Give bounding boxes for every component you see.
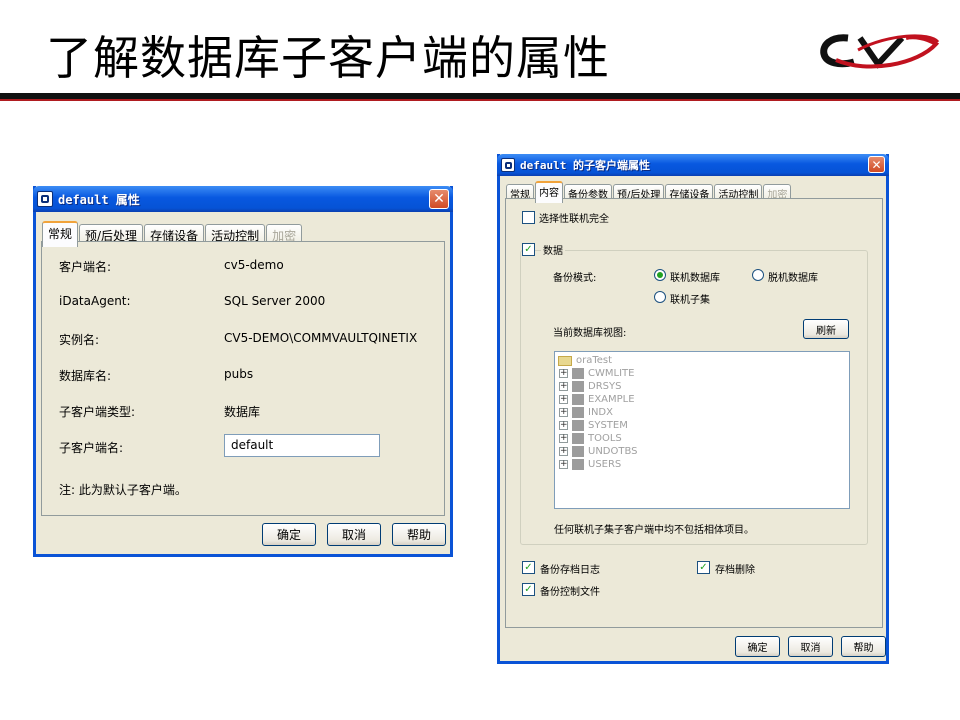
- online-db-radio[interactable]: [654, 269, 666, 281]
- dialog1-title: default 属性: [58, 192, 140, 207]
- tablespace-icon: [572, 459, 584, 470]
- database-name-label: 数据库名:: [59, 369, 112, 383]
- dialog2-title: default 的子客户端属性: [520, 159, 650, 172]
- expand-icon[interactable]: +: [559, 421, 568, 430]
- cancel-button[interactable]: 取消: [327, 523, 381, 546]
- help-button[interactable]: 帮助: [392, 523, 446, 546]
- refresh-button[interactable]: 刷新: [803, 319, 849, 339]
- tree-item[interactable]: + SYSTEM: [559, 419, 628, 432]
- subset-note: 任何联机子集子客户端中均不包括相体项目。: [554, 525, 754, 536]
- idataagent-label: iDataAgent:: [59, 294, 131, 308]
- client-name-label: 客户端名:: [59, 260, 112, 274]
- tablespace-icon: [572, 381, 584, 392]
- tree-item[interactable]: + USERS: [559, 458, 621, 471]
- cancel-button[interactable]: 取消: [788, 636, 833, 657]
- backup-archive-log-label: 备份存档日志: [540, 565, 600, 576]
- expand-icon[interactable]: +: [559, 460, 568, 469]
- tablespace-icon: [572, 368, 584, 379]
- current-db-view-label: 当前数据库视图:: [553, 328, 627, 339]
- tablespace-icon: [572, 446, 584, 457]
- app-icon: [501, 158, 515, 172]
- expand-icon[interactable]: +: [559, 434, 568, 443]
- subclient-type-value: 数据库: [224, 405, 261, 419]
- expand-icon[interactable]: +: [559, 447, 568, 456]
- subclient-name-input[interactable]: default: [224, 434, 380, 457]
- tree-item[interactable]: + UNDOTBS: [559, 445, 638, 458]
- tab-general[interactable]: 常规: [42, 221, 79, 247]
- tree-item[interactable]: + INDX: [559, 406, 613, 419]
- title-rule-accent: [0, 99, 960, 101]
- ok-button[interactable]: 确定: [735, 636, 780, 657]
- client-name-value: cv5-demo: [224, 258, 284, 272]
- folder-icon: [558, 355, 572, 366]
- expand-icon[interactable]: +: [559, 382, 568, 391]
- database-tree[interactable]: oraTest + CWMLITE + DRSYS + EXAMPLE + IN…: [554, 351, 850, 509]
- tablespace-icon: [572, 407, 584, 418]
- tree-item[interactable]: + TOOLS: [559, 432, 622, 445]
- online-subset-radio[interactable]: [654, 291, 666, 303]
- ok-button[interactable]: 确定: [262, 523, 316, 546]
- selective-online-full-checkbox[interactable]: ✓: [522, 211, 535, 224]
- dialog2-titlebar[interactable]: default 的子客户端属性 ✕: [497, 154, 889, 176]
- online-subset-label: 联机子集: [670, 295, 710, 306]
- backup-mode-label: 备份模式:: [553, 273, 597, 284]
- archive-delete-checkbox[interactable]: ✓: [697, 561, 710, 574]
- archive-delete-label: 存档删除: [715, 565, 755, 576]
- tree-root[interactable]: oraTest: [558, 354, 612, 367]
- database-name-value: pubs: [224, 367, 254, 381]
- backup-control-file-label: 备份控制文件: [540, 587, 600, 598]
- dialog2-content-panel: ✓ 选择性联机完全 ✓ 数据 备份模式: 联机数据库 脱机数据库 联机子集 当前…: [505, 198, 883, 628]
- offline-db-label: 脱机数据库: [768, 273, 818, 284]
- expand-icon[interactable]: +: [559, 395, 568, 404]
- dialog-subclient-properties: default 的子客户端属性 ✕ 常规 内容 备份参数 预/后处理 存储设备 …: [497, 154, 889, 664]
- slide-title: 了解数据库子客户端的属性: [46, 31, 610, 85]
- dialog1-general-panel: 客户端名: cv5-demo iDataAgent: SQL Server 20…: [41, 241, 445, 516]
- tablespace-icon: [572, 420, 584, 431]
- tab-content[interactable]: 内容: [535, 181, 563, 203]
- subclient-type-label: 子客户端类型:: [59, 405, 136, 419]
- data-checkbox[interactable]: ✓: [522, 243, 535, 256]
- backup-control-file-checkbox[interactable]: ✓: [522, 583, 535, 596]
- instance-name-label: 实例名:: [59, 333, 100, 347]
- help-button[interactable]: 帮助: [841, 636, 886, 657]
- data-group-label: 数据: [541, 242, 565, 257]
- online-db-label: 联机数据库: [670, 273, 720, 284]
- app-icon: [37, 191, 53, 207]
- cv-logo-icon: [820, 34, 940, 69]
- offline-db-radio[interactable]: [752, 269, 764, 281]
- selective-online-full-label: 选择性联机完全: [539, 214, 609, 225]
- subclient-name-label: 子客户端名:: [59, 441, 124, 455]
- default-subclient-note: 注: 此为默认子客户端。: [59, 483, 187, 497]
- tree-item[interactable]: + DRSYS: [559, 380, 621, 393]
- expand-icon[interactable]: +: [559, 369, 568, 378]
- dialog1-titlebar[interactable]: default 属性 ✕: [33, 186, 453, 212]
- tablespace-icon: [572, 394, 584, 405]
- backup-archive-log-checkbox[interactable]: ✓: [522, 561, 535, 574]
- close-icon[interactable]: ✕: [429, 189, 449, 209]
- tree-item[interactable]: + CWMLITE: [559, 367, 634, 380]
- close-icon[interactable]: ✕: [868, 156, 885, 173]
- tree-item[interactable]: + EXAMPLE: [559, 393, 635, 406]
- tablespace-icon: [572, 433, 584, 444]
- idataagent-value: SQL Server 2000: [224, 294, 326, 308]
- instance-name-value: CV5-DEMO\COMMVAULTQINETIX: [224, 331, 418, 345]
- dialog-default-properties: default 属性 ✕ 常规 预/后处理 存储设备 活动控制 加密 客户端名:…: [33, 186, 453, 557]
- expand-icon[interactable]: +: [559, 408, 568, 417]
